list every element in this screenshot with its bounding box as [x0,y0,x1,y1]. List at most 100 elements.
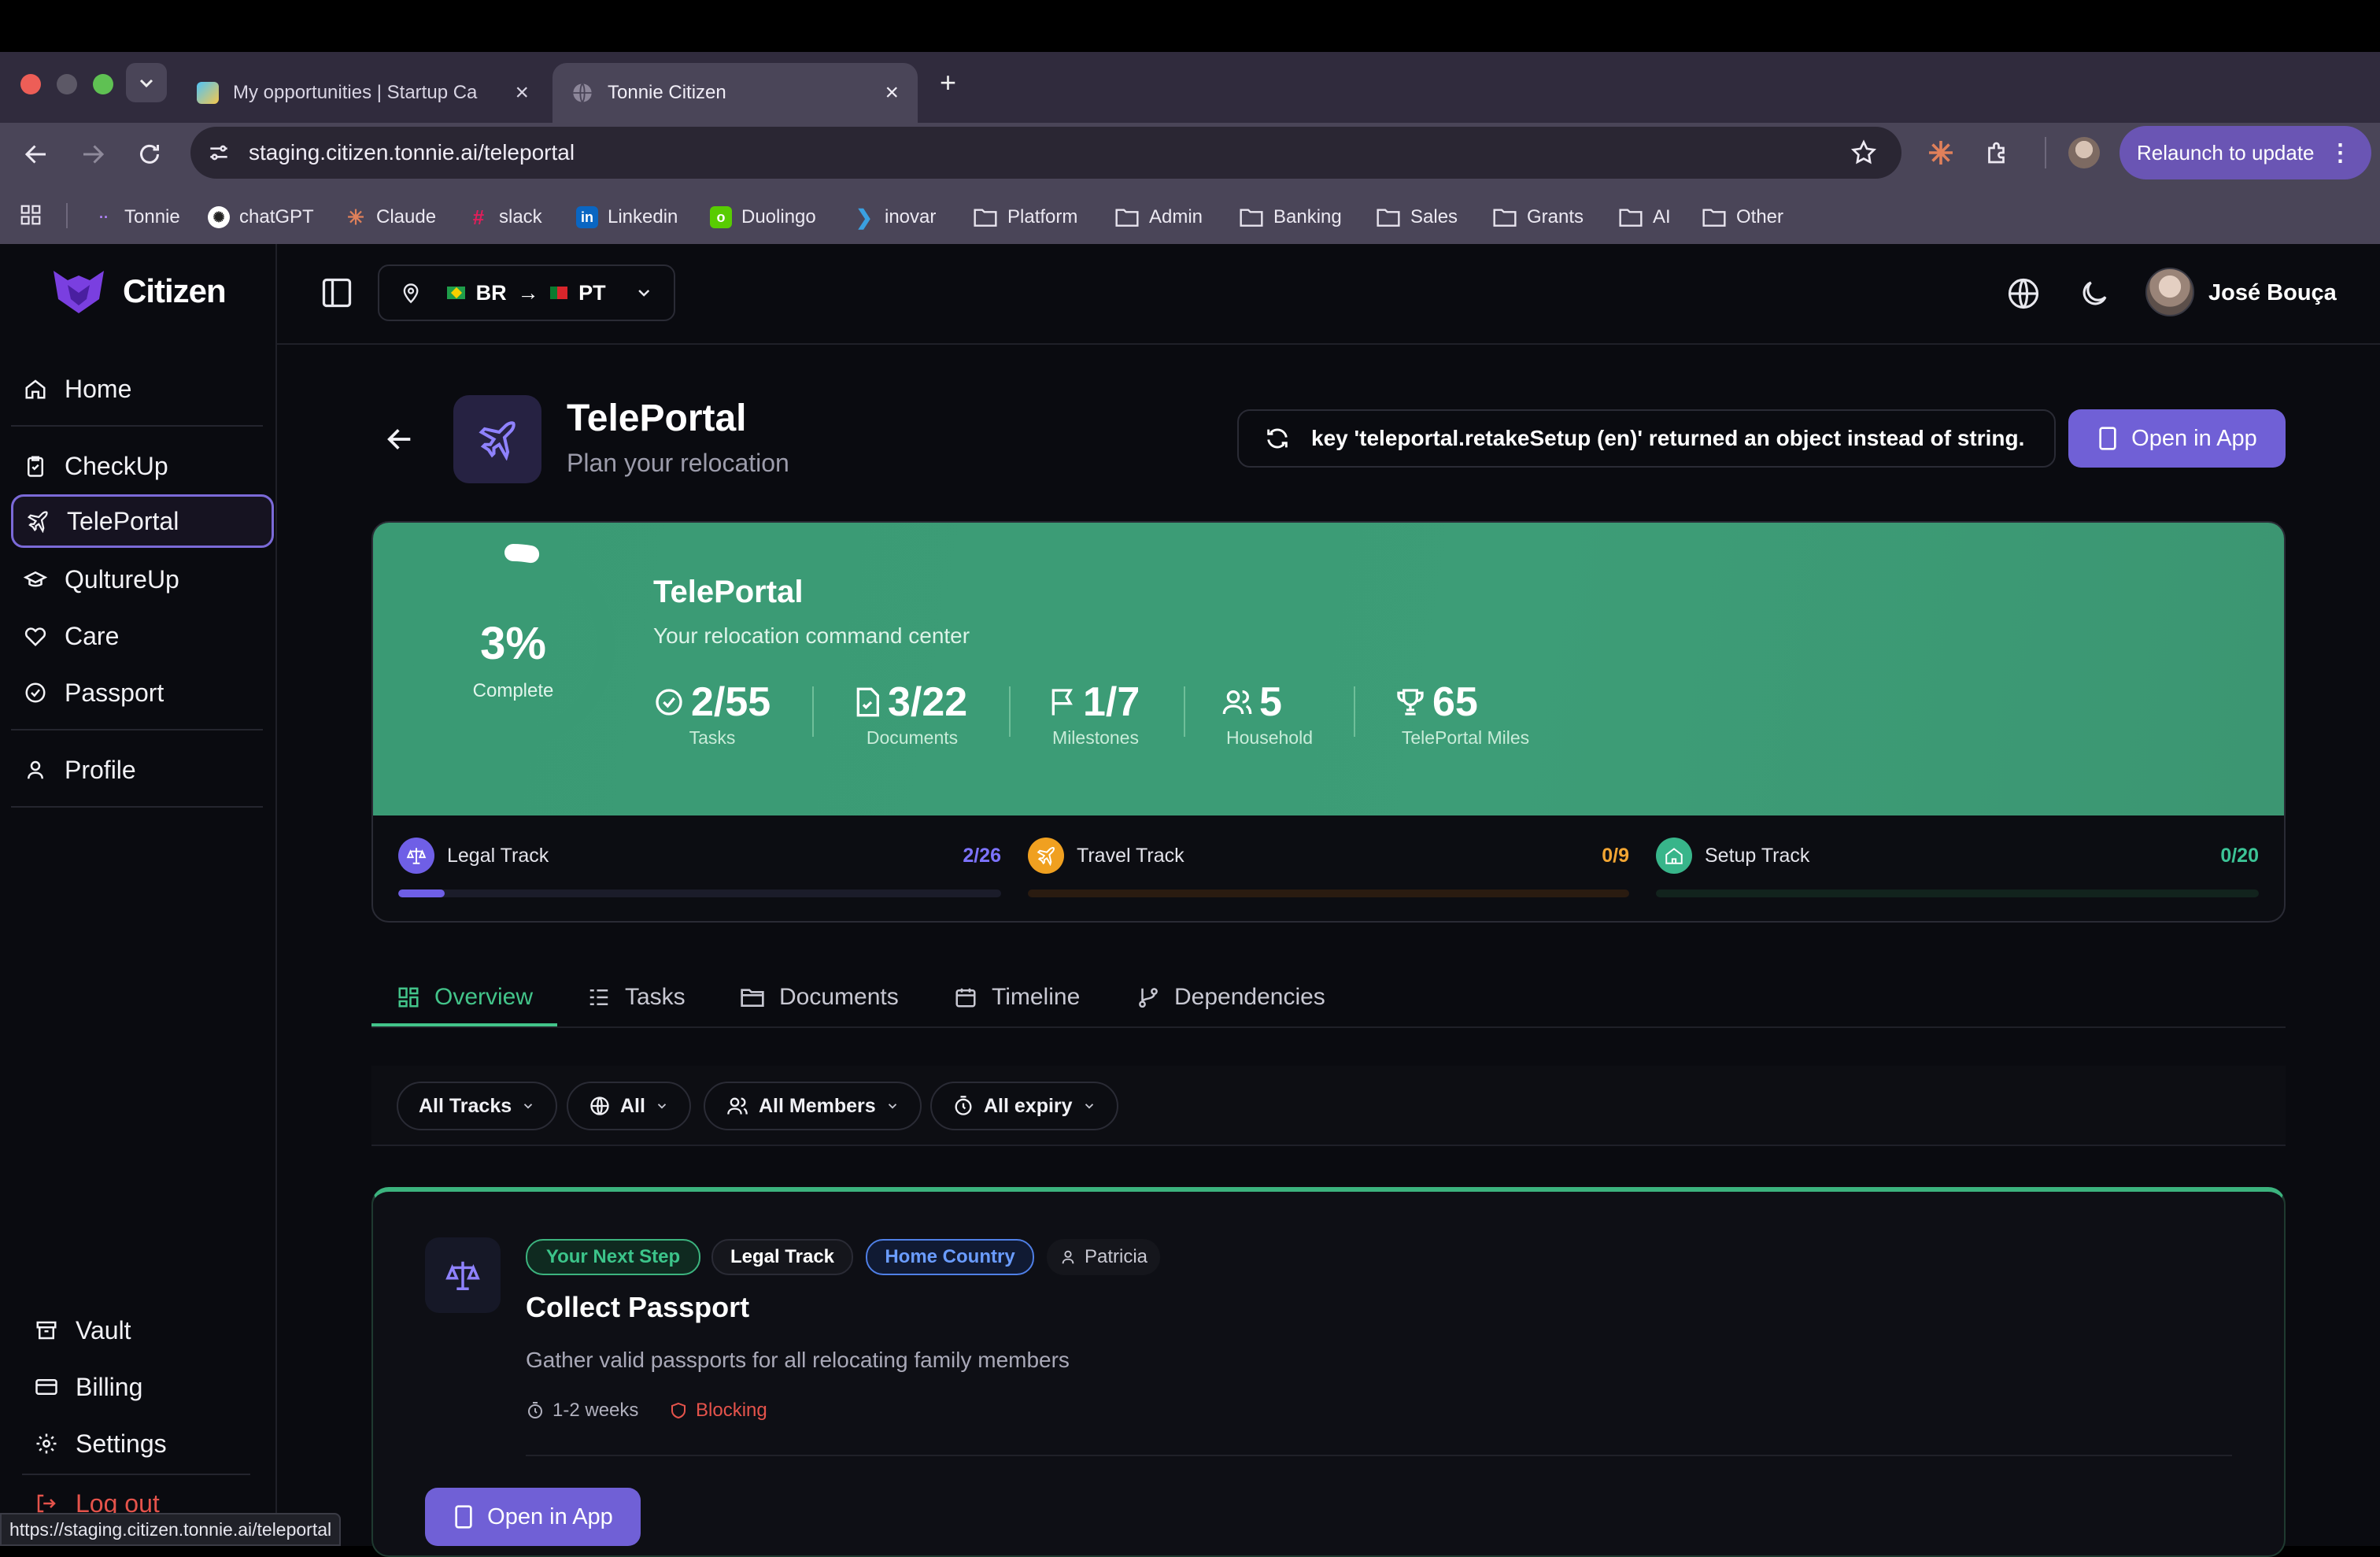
sidebar-item-teleportal[interactable]: TelePortal [11,494,274,548]
plane-icon [1028,838,1064,874]
gear-icon [36,1433,57,1454]
track-count: 0/20 [2220,844,2259,867]
retake-setup-button[interactable]: key 'teleportal.retakeSetup (en)' return… [1237,409,2056,468]
bookmark-folder-sales[interactable]: Sales [1376,200,1458,235]
bookmark-folder-ai[interactable]: AI [1618,200,1671,235]
page-title: TelePortal [567,398,747,439]
minimize-window-button[interactable] [57,74,77,94]
route-to: PT [578,280,606,305]
blocking-status: Blocking [669,1400,767,1422]
close-tab-icon[interactable]: × [885,80,899,106]
folder-open-icon [741,989,764,1007]
bookmark-slack[interactable]: # slack [468,200,542,235]
hero-percent-label: Complete [472,680,554,701]
brazil-flag-icon [447,287,465,299]
folder-icon [974,209,997,227]
bookmark-star-icon[interactable] [1850,139,1878,167]
route-selector[interactable]: BR → PT [378,264,675,321]
apps-grid-icon[interactable] [19,203,42,227]
bookmark-linkedin[interactable]: in Linkedin [576,200,678,235]
stat-divider [1184,686,1185,737]
home-icon [1656,838,1692,874]
system-top-bar [0,0,2380,52]
sidebar-item-vault[interactable]: Vault [22,1304,285,1357]
user-name[interactable]: José Bouça [2208,280,2337,306]
calendar-icon [955,988,976,1008]
next-step-open-in-app-button[interactable]: Open in App [425,1488,641,1546]
user-avatar[interactable] [2145,268,2194,316]
sidebar-item-profile[interactable]: Profile [11,743,274,797]
claude-extension-icon[interactable] [1927,139,1955,167]
maximize-window-button[interactable] [93,74,113,94]
bookmark-inovar[interactable]: ❯ inovar [853,200,936,235]
browser-tab-citizen[interactable]: Tonnie Citizen × [552,63,918,123]
location-badge: Home Country [866,1239,1034,1275]
address-bar[interactable]: staging.citizen.tonnie.ai/teleportal [190,127,1901,179]
bookmark-tonnie[interactable]: ·· Tonnie [93,200,180,235]
track-count: 2/26 [963,844,1001,867]
portugal-flag-icon [549,287,568,299]
new-tab-icon[interactable]: + [940,66,956,99]
profile-avatar[interactable] [2068,137,2100,168]
open-in-app-button[interactable]: Open in App [2068,409,2286,468]
brand-name: Citizen [123,272,227,309]
sidebar-item-care[interactable]: Care [11,609,274,663]
sidebar-item-home[interactable]: Home [11,362,274,416]
bookmark-folder-platform[interactable]: Platform [973,200,1077,235]
inovar-icon: ❯ [856,205,873,229]
tab-tasks[interactable]: Tasks [587,973,686,1022]
browser-tab-opportunities[interactable]: My opportunities | Startup Ca × [178,63,548,123]
moon-theme-icon[interactable] [2078,277,2111,310]
sidebar-toggle-icon[interactable] [320,276,354,310]
forward-arrow-icon[interactable] [79,140,107,168]
tab-overview[interactable]: Overview [397,973,533,1022]
site-favicon-icon [197,82,219,104]
setup-track[interactable]: Setup Track 0/20 [1656,838,2259,897]
filter-members[interactable]: All Members [704,1082,922,1130]
task-duration: 1-2 weeks [526,1400,638,1422]
bookmark-claude[interactable]: ✳ Claude [345,200,436,235]
travel-track[interactable]: Travel Track 0/9 [1028,838,1629,897]
nav-divider [11,806,263,808]
tab-dependencies[interactable]: Dependencies [1136,973,1325,1022]
sidebar-item-settings[interactable]: Settings [22,1417,285,1470]
stat-miles: 65 TelePortal Miles [1395,679,1584,749]
tab-search-button[interactable] [126,63,167,102]
retake-setup-label: key 'teleportal.retakeSetup (en)' return… [1311,426,2025,450]
back-arrow-icon[interactable] [22,140,50,168]
track-progress-bar [1656,889,2259,897]
globe-language-icon[interactable] [2007,277,2040,310]
legal-track[interactable]: Legal Track 2/26 [398,838,1001,897]
bookmark-duolingo[interactable]: o Duolingo [710,200,816,235]
extensions-puzzle-icon[interactable] [1983,139,2012,167]
reload-icon[interactable] [135,140,164,168]
filter-expiry[interactable]: All expiry [930,1082,1118,1130]
bookmark-folder-grants[interactable]: Grants [1492,200,1584,235]
sidebar-item-passport[interactable]: Passport [11,666,274,719]
folder-icon [1702,209,1726,227]
bookmark-folder-other[interactable]: Other [1702,200,1783,235]
sidebar-item-billing[interactable]: Billing [22,1360,285,1414]
map-pin-icon [403,283,419,304]
bookmark-folder-admin[interactable]: Admin [1114,200,1203,235]
back-arrow-icon[interactable] [384,423,416,455]
nav-divider [11,425,263,427]
bookmark-folder-banking[interactable]: Banking [1239,200,1342,235]
sidebar-item-checkup[interactable]: CheckUp [11,439,274,493]
filter-scope[interactable]: All [567,1082,691,1130]
tab-title: My opportunities | Startup Ca [233,82,478,103]
hero-title: TelePortal [653,575,804,609]
filter-tracks[interactable]: All Tracks [397,1082,558,1130]
site-settings-icon[interactable] [206,140,231,165]
relaunch-button[interactable]: Relaunch to update ⋮ [2119,126,2371,179]
tab-documents[interactable]: Documents [740,973,899,1022]
more-menu-icon[interactable]: ⋮ [2329,139,2352,167]
tab-timeline[interactable]: Timeline [954,973,1080,1022]
archive-icon [36,1321,57,1340]
bookmark-chatgpt[interactable]: ✺ chatGPT [208,200,314,235]
sidebar-item-qultureup[interactable]: QultureUp [11,553,274,606]
close-window-button[interactable] [20,74,41,94]
close-tab-icon[interactable]: × [515,80,529,106]
hero-subtitle: Your relocation command center [653,623,970,648]
relaunch-label: Relaunch to update [2137,140,2315,165]
